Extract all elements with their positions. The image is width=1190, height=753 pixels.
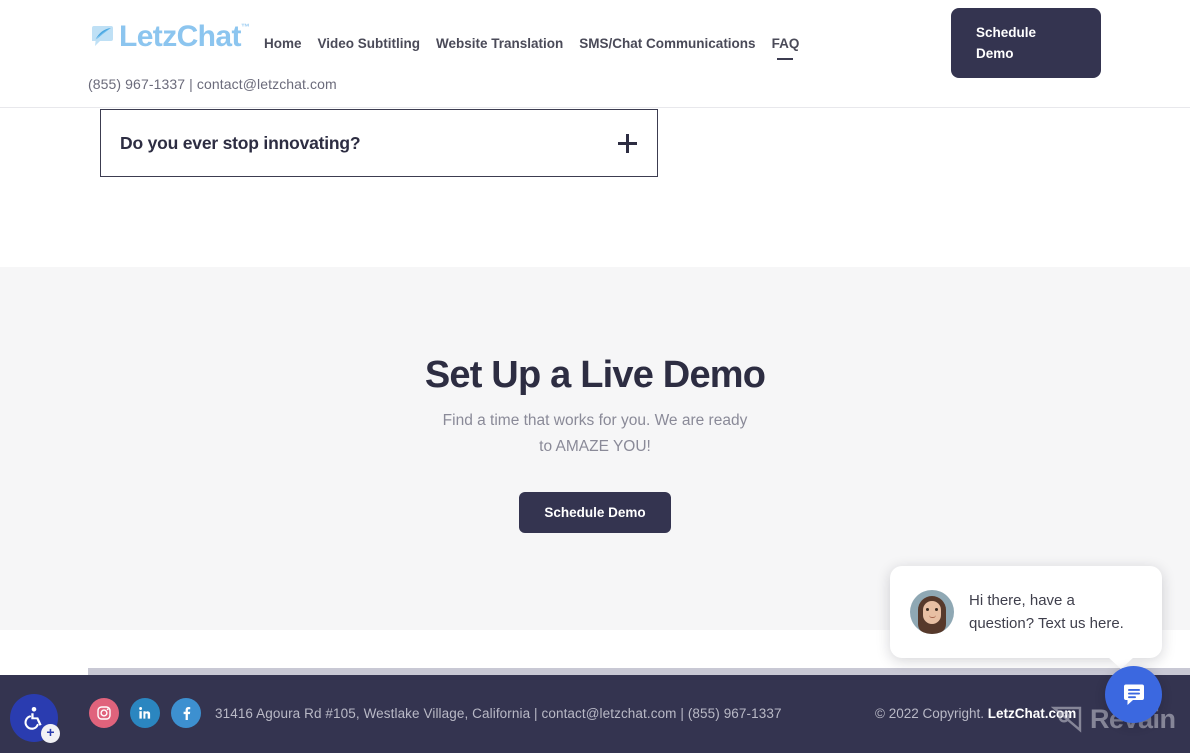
chat-greeting-bubble[interactable]: Hi there, have a question? Text us here. bbox=[890, 566, 1162, 669]
footer-address: 31416 Agoura Rd #105, Westlake Village, … bbox=[215, 706, 782, 721]
nav-item-sms-chat-communications[interactable]: SMS/Chat Communications bbox=[579, 36, 755, 53]
demo-section-subtitle: Find a time that works for you. We are r… bbox=[0, 408, 1190, 460]
site-header: LetzChat ™ Home Video Subtitling Website… bbox=[0, 0, 1190, 108]
site-logo-text: LetzChat bbox=[119, 20, 241, 53]
nav-item-website-translation[interactable]: Website Translation bbox=[436, 36, 563, 53]
linkedin-icon[interactable] bbox=[130, 698, 160, 728]
avatar bbox=[910, 590, 954, 634]
faq-accordion-item[interactable]: Do you ever stop innovating? bbox=[100, 109, 658, 177]
chat-launcher-button[interactable] bbox=[1105, 666, 1162, 723]
trademark-symbol: ™ bbox=[240, 22, 250, 32]
copyright-brand: LetzChat.com bbox=[987, 706, 1077, 721]
horizontal-scrollbar[interactable] bbox=[88, 668, 1190, 675]
nav-item-home[interactable]: Home bbox=[264, 36, 302, 53]
header-cta-line2: Demo bbox=[976, 46, 1014, 61]
copyright-prefix: © 2022 Copyright. bbox=[875, 706, 988, 721]
header-contact-line[interactable]: (855) 967-1337 | contact@letzchat.com bbox=[88, 76, 337, 92]
chat-bubble-icon bbox=[1123, 684, 1144, 705]
nav-item-faq[interactable]: FAQ bbox=[772, 36, 800, 53]
demo-subtitle-line1: Find a time that works for you. We are r… bbox=[442, 412, 748, 429]
main-navigation: Home Video Subtitling Website Translatio… bbox=[264, 36, 799, 53]
chat-greeting-text: Hi there, have a question? Text us here. bbox=[969, 589, 1124, 635]
chat-greeting-line1: Hi there, have a bbox=[969, 592, 1075, 609]
accessibility-button[interactable]: + bbox=[10, 694, 60, 743]
page-root: LetzChat ™ Home Video Subtitling Website… bbox=[0, 0, 1190, 753]
social-links bbox=[89, 698, 201, 728]
header-schedule-demo-button[interactable]: Schedule Demo bbox=[951, 8, 1101, 78]
facebook-icon[interactable] bbox=[171, 698, 201, 728]
plus-icon[interactable] bbox=[618, 133, 637, 153]
faq-question-text: Do you ever stop innovating? bbox=[120, 132, 361, 153]
demo-section-title: Set Up a Live Demo bbox=[424, 354, 766, 396]
demo-schedule-demo-button[interactable]: Schedule Demo bbox=[519, 492, 671, 533]
letzchat-logo-icon bbox=[89, 22, 117, 50]
demo-subtitle-line2: to AMAZE YOU! bbox=[539, 438, 651, 455]
header-cta-line1: Schedule bbox=[976, 25, 1037, 40]
faq-section: Do you ever stop innovating? bbox=[0, 108, 1190, 267]
site-footer: 31416 Agoura Rd #105, Westlake Village, … bbox=[0, 675, 1190, 753]
chat-greeting-line2: question? Text us here. bbox=[969, 615, 1124, 632]
instagram-icon[interactable] bbox=[89, 698, 119, 728]
accessibility-plus-badge: + bbox=[41, 724, 60, 743]
footer-copyright: © 2022 Copyright. LetzChat.com bbox=[875, 706, 1076, 721]
nav-item-video-subtitling[interactable]: Video Subtitling bbox=[318, 36, 421, 53]
site-logo[interactable]: LetzChat ™ bbox=[89, 22, 250, 52]
